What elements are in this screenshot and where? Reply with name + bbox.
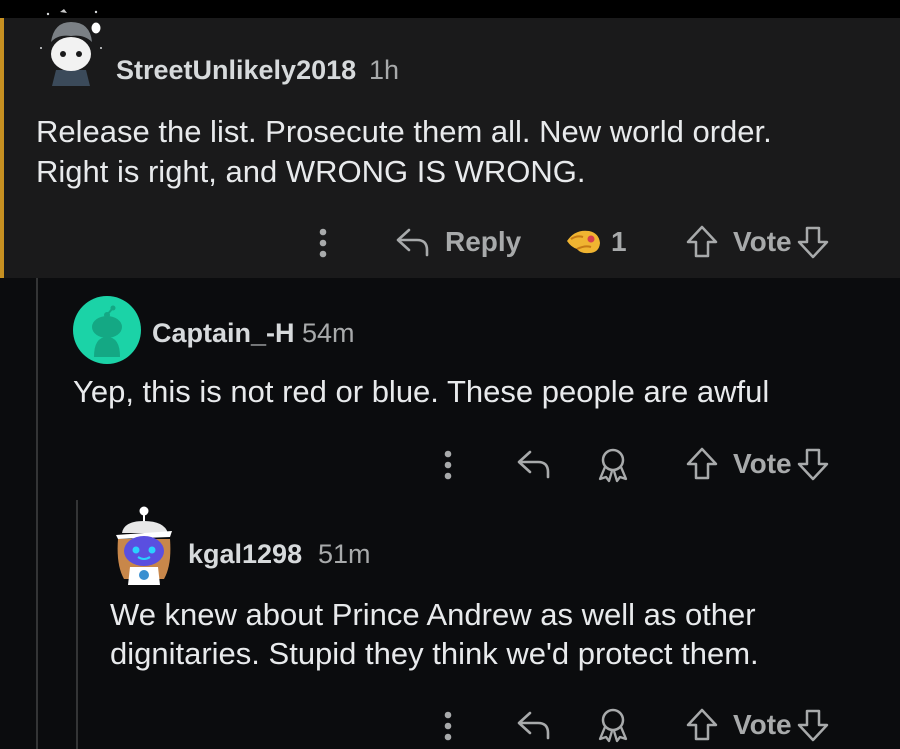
downvote-icon[interactable] [796,224,830,260]
award-icon [598,448,628,483]
vote-label: Vote [733,448,792,479]
comment-body-line: Release the list. Prosecute them all. Ne… [36,114,772,149]
thread-line[interactable] [76,500,78,749]
award-icon [598,708,628,743]
more-options-button[interactable] [438,710,458,742]
more-vertical-icon [319,228,327,258]
comment-author[interactable]: kgal1298 [188,539,302,570]
more-options-button[interactable] [438,449,458,481]
reply-arrow-icon [396,228,429,257]
vote-label: Vote [733,709,792,740]
vote-controls: Vote [685,224,830,260]
comment-timestamp: 1h [369,55,400,85]
award-button[interactable] [596,707,630,743]
highlight-accent-bar [0,18,4,278]
reply-button[interactable] [516,708,552,742]
award-button[interactable] [596,447,630,483]
vote-controls: Vote [685,446,830,482]
user-avatar-icon[interactable] [38,8,104,88]
top-bar [0,0,900,18]
vote-controls: Vote [685,707,830,743]
reply-label: Reply [445,226,522,257]
comment-body-line: Right is right, and WRONG IS WRONG. [36,154,586,189]
reply-arrow-icon [517,450,550,479]
reply-button[interactable] [516,447,552,481]
more-options-button[interactable] [313,227,333,259]
user-avatar-icon[interactable] [112,505,176,587]
upvote-icon[interactable] [685,707,719,743]
thread-line[interactable] [36,278,38,749]
comment-author[interactable]: Captain_-H [152,318,295,349]
reply-button[interactable]: Reply [395,225,521,259]
reply-arrow-icon [517,711,550,740]
downvote-icon[interactable] [796,707,830,743]
upvote-icon[interactable] [685,224,719,260]
comment-timestamp: 54m [302,318,355,348]
comment-timestamp: 51m [318,539,371,569]
comment-body-line: dignitaries. Stupid they think we'd prot… [110,636,759,671]
comment-body-line: Yep, this is not red or blue. These peop… [73,374,770,409]
award-button[interactable]: 1 [565,225,627,259]
vote-label: Vote [733,226,792,257]
user-avatar-icon[interactable] [72,295,142,365]
downvote-icon[interactable] [796,446,830,482]
more-vertical-icon [444,711,452,741]
upvote-icon[interactable] [685,446,719,482]
award-icon [567,230,600,254]
comment-author[interactable]: StreetUnlikely2018 [116,55,356,86]
award-count: 1 [611,226,627,257]
comment-body-line: We knew about Prince Andrew as well as o… [110,597,756,632]
more-vertical-icon [444,450,452,480]
